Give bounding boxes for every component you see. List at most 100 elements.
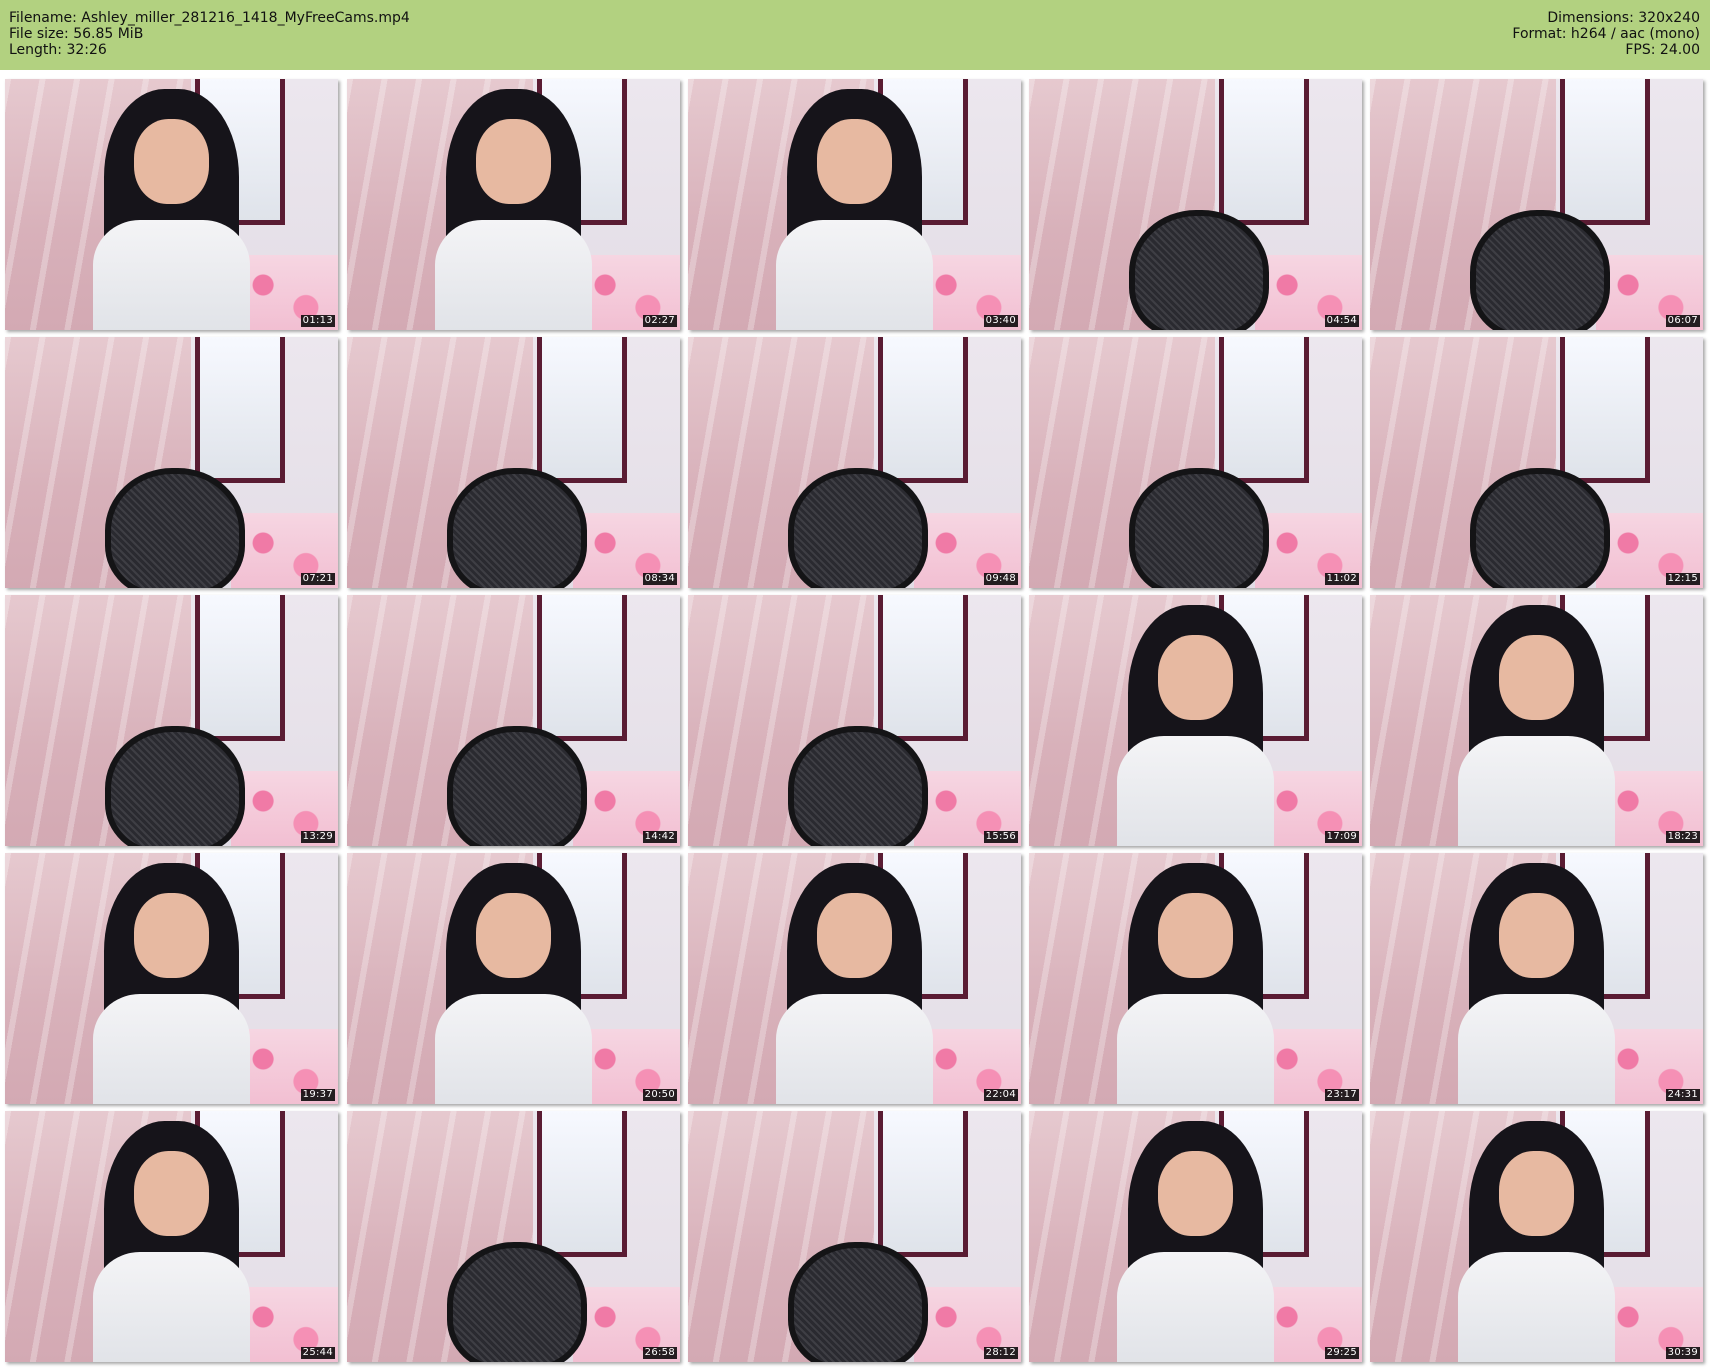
thumbnail-mirror	[536, 337, 627, 483]
thumbnail-office-chair	[1128, 209, 1269, 330]
thumbnail-office-chair	[787, 1241, 928, 1362]
thumbnail-office-chair	[104, 725, 245, 846]
thumbnail-mirror	[877, 595, 968, 741]
thumbnail-person	[761, 89, 947, 330]
video-thumbnail: 09:48	[688, 337, 1021, 588]
thumbnail-mirror	[877, 337, 968, 483]
thumbnail-timestamp: 28:12	[983, 1347, 1018, 1359]
thumbnail-office-chair	[446, 467, 587, 588]
thumbnail-timestamp: 17:09	[1324, 831, 1359, 843]
thumbnail-timestamp: 11:02	[1324, 573, 1359, 585]
thumbnail-office-chair	[787, 725, 928, 846]
thumbnail-mirror	[194, 337, 285, 483]
thumbnail-timestamp: 09:48	[983, 573, 1018, 585]
thumbnail-timestamp: 12:15	[1665, 573, 1700, 585]
thumbnail-person	[78, 863, 264, 1104]
info-header: Filename: Ashley_miller_281216_1418_MyFr…	[0, 0, 1710, 70]
thumbnail-office-chair	[446, 1241, 587, 1362]
file-info-left: Filename: Ashley_miller_281216_1418_MyFr…	[9, 10, 410, 58]
thumbnail-mirror	[194, 595, 285, 741]
person-shirt	[776, 993, 933, 1104]
video-thumbnail: 04:54	[1029, 79, 1362, 330]
thumbnail-office-chair	[446, 725, 587, 846]
thumbnail-person	[761, 863, 947, 1104]
file-info-right: Dimensions: 320x240 Format: h264 / aac (…	[1512, 10, 1700, 58]
person-shirt	[1117, 993, 1274, 1104]
thumbnail-timestamp: 22:04	[983, 1089, 1018, 1101]
format-text: Format: h264 / aac (mono)	[1512, 26, 1700, 42]
fps-text: FPS: 24.00	[1625, 42, 1700, 58]
thumbnail-timestamp: 23:17	[1324, 1089, 1359, 1101]
person-face	[1499, 1151, 1574, 1237]
thumbnail-person	[1102, 1121, 1288, 1362]
person-face	[1158, 893, 1233, 979]
filesize-text: File size: 56.85 MiB	[9, 26, 144, 42]
video-thumbnail: 28:12	[688, 1111, 1021, 1362]
person-face	[476, 893, 551, 979]
thumbnail-person	[1102, 863, 1288, 1104]
video-thumbnail: 03:40	[688, 79, 1021, 330]
thumbnail-timestamp: 30:39	[1665, 1347, 1700, 1359]
video-thumbnail: 08:34	[347, 337, 680, 588]
person-shirt	[435, 993, 592, 1104]
thumbnail-office-chair	[787, 467, 928, 588]
thumbnail-office-chair	[1469, 209, 1610, 330]
thumbnail-mirror	[1218, 337, 1309, 483]
video-thumbnail: 22:04	[688, 853, 1021, 1104]
thumbnail-timestamp: 13:29	[300, 831, 335, 843]
thumbnail-timestamp: 03:40	[983, 315, 1018, 327]
thumbnail-timestamp: 07:21	[300, 573, 335, 585]
video-thumbnail: 29:25	[1029, 1111, 1362, 1362]
thumbnail-mirror	[1559, 337, 1650, 483]
person-face	[1499, 635, 1574, 721]
thumbnail-mirror	[877, 1111, 968, 1257]
thumbnail-timestamp: 06:07	[1665, 315, 1700, 327]
length-text: Length: 32:26	[9, 42, 107, 58]
thumbnail-timestamp: 26:58	[642, 1347, 677, 1359]
video-thumbnail: 07:21	[5, 337, 338, 588]
thumbnail-timestamp: 18:23	[1665, 831, 1700, 843]
person-face	[817, 893, 892, 979]
person-face	[134, 1151, 209, 1237]
thumbnail-mirror	[1559, 79, 1650, 225]
person-face	[1158, 635, 1233, 721]
video-thumbnail: 01:13	[5, 79, 338, 330]
video-thumbnail: 13:29	[5, 595, 338, 846]
person-shirt	[93, 1251, 250, 1362]
person-face	[817, 119, 892, 205]
video-thumbnail: 17:09	[1029, 595, 1362, 846]
thumbnail-office-chair	[1128, 467, 1269, 588]
thumbnail-office-chair	[1469, 467, 1610, 588]
person-shirt	[1117, 735, 1274, 846]
thumbnail-person	[78, 1121, 264, 1362]
video-thumbnail: 02:27	[347, 79, 680, 330]
video-thumbnail: 23:17	[1029, 853, 1362, 1104]
filename-text: Filename: Ashley_miller_281216_1418_MyFr…	[9, 10, 410, 26]
video-thumbnail: 19:37	[5, 853, 338, 1104]
thumbnail-office-chair	[104, 467, 245, 588]
video-thumbnail: 12:15	[1370, 337, 1703, 588]
person-shirt	[1458, 993, 1615, 1104]
video-thumbnail: 20:50	[347, 853, 680, 1104]
thumbnail-timestamp: 29:25	[1324, 1347, 1359, 1359]
video-thumbnail: 25:44	[5, 1111, 338, 1362]
person-shirt	[776, 219, 933, 330]
thumbnail-person	[78, 89, 264, 330]
thumbnail-timestamp: 19:37	[300, 1089, 335, 1101]
thumbnail-person	[1443, 863, 1629, 1104]
person-shirt	[1117, 1251, 1274, 1362]
person-face	[134, 119, 209, 205]
thumbnail-person	[1102, 605, 1288, 846]
thumbnail-timestamp: 15:56	[983, 831, 1018, 843]
person-face	[1158, 1151, 1233, 1237]
video-thumbnail: 26:58	[347, 1111, 680, 1362]
video-thumbnail: 14:42	[347, 595, 680, 846]
video-thumbnail: 06:07	[1370, 79, 1703, 330]
thumbnail-person	[420, 863, 606, 1104]
person-shirt	[435, 219, 592, 330]
thumbnail-timestamp: 08:34	[642, 573, 677, 585]
dimensions-text: Dimensions: 320x240	[1547, 10, 1700, 26]
thumbnail-timestamp: 02:27	[642, 315, 677, 327]
video-thumbnail: 15:56	[688, 595, 1021, 846]
thumbnail-timestamp: 24:31	[1665, 1089, 1700, 1101]
